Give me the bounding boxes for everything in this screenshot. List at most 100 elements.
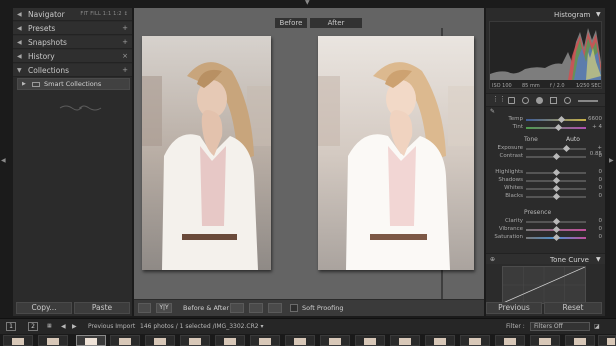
tab-after[interactable]: After <box>310 18 362 28</box>
saturation-slider[interactable]: Saturation 0 <box>486 233 605 242</box>
swap-settings-icon[interactable] <box>230 303 244 313</box>
add-preset-icon[interactable]: + <box>122 24 128 32</box>
highlights-knob[interactable] <box>552 168 561 177</box>
exposure-slider[interactable]: Exposure + 0.85 <box>486 144 605 157</box>
tone-curve-header[interactable]: ⊕ Tone Curve ▼ <box>486 253 605 264</box>
before-after-view-button[interactable]: Y|Y <box>156 303 172 313</box>
tint-slider[interactable]: Tint + 4 <box>486 123 605 132</box>
filmstrip-thumbnail[interactable] <box>110 335 140 346</box>
contrast-slider[interactable]: Contrast 0 <box>486 152 605 161</box>
copy-settings-icon[interactable] <box>249 303 263 313</box>
copy-button[interactable]: Copy... <box>16 302 72 314</box>
tone-curve-collapse-icon[interactable]: ▼ <box>596 256 601 263</box>
blacks-knob[interactable] <box>552 192 561 201</box>
tone-curve-graph[interactable] <box>502 266 586 304</box>
clarity-knob[interactable] <box>552 217 561 226</box>
grid-view-icon[interactable]: ▦ <box>47 322 52 331</box>
blacks-slider[interactable]: Blacks 0 <box>486 192 605 201</box>
right-panel-toggle-icon[interactable]: ▶ <box>609 158 614 164</box>
vibrance-value[interactable]: 0 <box>586 226 603 232</box>
navigator-header[interactable]: ◀ Navigator FIT FILL 1:1 1:2 ↕ <box>13 8 132 21</box>
saturation-value[interactable]: 0 <box>586 234 603 240</box>
filmstrip-thumbnail[interactable] <box>460 335 490 346</box>
filmstrip-source[interactable]: Previous Import <box>88 322 135 331</box>
histogram-collapse-icon[interactable]: ▼ <box>596 11 601 18</box>
primary-window-button[interactable]: 1 <box>6 322 16 331</box>
filmstrip-thumbnail[interactable] <box>180 335 210 346</box>
shadows-slider[interactable]: Shadows 0 <box>486 176 605 185</box>
filmstrip-thumbnail[interactable] <box>38 335 68 346</box>
filmstrip-thumbnail[interactable] <box>320 335 350 346</box>
tab-before[interactable]: Before <box>275 18 307 28</box>
back-arrow-icon[interactable]: ◀ <box>61 322 66 331</box>
filmstrip-thumbnail[interactable] <box>425 335 455 346</box>
graduated-filter-icon[interactable] <box>550 97 557 104</box>
whites-value[interactable]: 0 <box>586 185 603 191</box>
temp-knob[interactable] <box>557 115 566 124</box>
shadows-value[interactable]: 0 <box>586 177 603 183</box>
reset-button[interactable]: Reset <box>544 302 602 314</box>
after-photo[interactable] <box>318 36 474 270</box>
filter-lock-icon[interactable]: ◪ <box>594 322 600 331</box>
saturation-knob[interactable] <box>552 233 561 242</box>
paste-button[interactable]: Paste <box>74 302 130 314</box>
crop-icon[interactable] <box>508 97 515 104</box>
clarity-slider[interactable]: Clarity 0 <box>486 217 605 226</box>
swap-before-after-icon[interactable] <box>268 303 282 313</box>
contrast-value[interactable]: 0 <box>586 153 603 159</box>
filmstrip-thumbnail[interactable] <box>3 335 33 346</box>
shadows-knob[interactable] <box>552 176 561 185</box>
filmstrip-thumbnail[interactable] <box>215 335 245 346</box>
spot-removal-icon[interactable] <box>522 97 529 104</box>
clear-history-icon[interactable]: × <box>122 52 128 60</box>
navigator-zoom-options[interactable]: FIT FILL 1:1 1:2 ↕ <box>80 11 128 17</box>
vibrance-knob[interactable] <box>552 225 561 234</box>
filter-dropdown[interactable]: Filters Off <box>530 322 590 331</box>
add-collection-icon[interactable]: + <box>122 66 128 74</box>
blacks-value[interactable]: 0 <box>586 193 603 199</box>
tone-auto-button[interactable]: Auto <box>566 136 580 143</box>
left-panel-toggle-icon[interactable]: ◀ <box>1 158 6 164</box>
whites-knob[interactable] <box>552 184 561 193</box>
add-snapshot-icon[interactable]: + <box>122 38 128 46</box>
highlights-value[interactable]: 0 <box>586 169 603 175</box>
filmstrip-thumbnail[interactable] <box>145 335 175 346</box>
smart-collections-item[interactable]: ▶ Smart Collections <box>17 78 130 90</box>
filmstrip-thumbnail-selected[interactable] <box>76 335 106 346</box>
tint-value[interactable]: + 4 <box>586 124 602 130</box>
highlights-slider[interactable]: Highlights 0 <box>486 168 605 177</box>
filmstrip-thumbnail[interactable] <box>355 335 385 346</box>
contrast-knob[interactable] <box>552 152 561 161</box>
target-adjust-icon[interactable]: ⊕ <box>490 256 495 263</box>
temp-slider[interactable]: Temp 6600 <box>486 115 605 124</box>
collections-header[interactable]: ▼ Collections + <box>13 64 132 77</box>
history-header[interactable]: ◀ History × <box>13 50 132 63</box>
filmstrip-thumbnail[interactable] <box>390 335 420 346</box>
eyedropper-icon[interactable]: ✎ <box>490 108 495 115</box>
filmstrip-count[interactable]: 146 photos / 1 selected /IMG_3302.CR2 ▾ <box>140 322 263 331</box>
presets-header[interactable]: ◀ Presets + <box>13 22 132 35</box>
snapshots-header[interactable]: ◀ Snapshots + <box>13 36 132 49</box>
temp-value[interactable]: 6600 <box>586 116 602 122</box>
secondary-window-button[interactable]: 2 <box>28 322 38 331</box>
exposure-knob[interactable] <box>562 144 571 153</box>
adjustment-brush-icon[interactable] <box>578 100 598 102</box>
radial-filter-icon[interactable] <box>564 97 571 104</box>
filmstrip-thumbnail[interactable] <box>598 335 616 346</box>
previous-button[interactable]: Previous <box>486 302 542 314</box>
red-eye-icon[interactable] <box>536 97 543 104</box>
whites-slider[interactable]: Whites 0 <box>486 184 605 193</box>
before-photo[interactable] <box>142 36 271 270</box>
top-panel-toggle-icon[interactable]: ▼ <box>305 0 310 6</box>
grid-overlay-icon[interactable]: ⋮⋮ <box>492 96 506 104</box>
tint-knob[interactable] <box>554 123 563 132</box>
filmstrip-thumbnail[interactable] <box>250 335 280 346</box>
vibrance-slider[interactable]: Vibrance 0 <box>486 225 605 234</box>
exposure-track[interactable] <box>526 148 586 150</box>
clarity-value[interactable]: 0 <box>586 218 603 224</box>
filmstrip-thumbnail[interactable] <box>285 335 315 346</box>
filmstrip-thumbnail[interactable] <box>530 335 560 346</box>
forward-arrow-icon[interactable]: ▶ <box>72 322 77 331</box>
loupe-view-icon[interactable] <box>138 303 151 313</box>
soft-proofing-checkbox[interactable] <box>290 304 298 312</box>
